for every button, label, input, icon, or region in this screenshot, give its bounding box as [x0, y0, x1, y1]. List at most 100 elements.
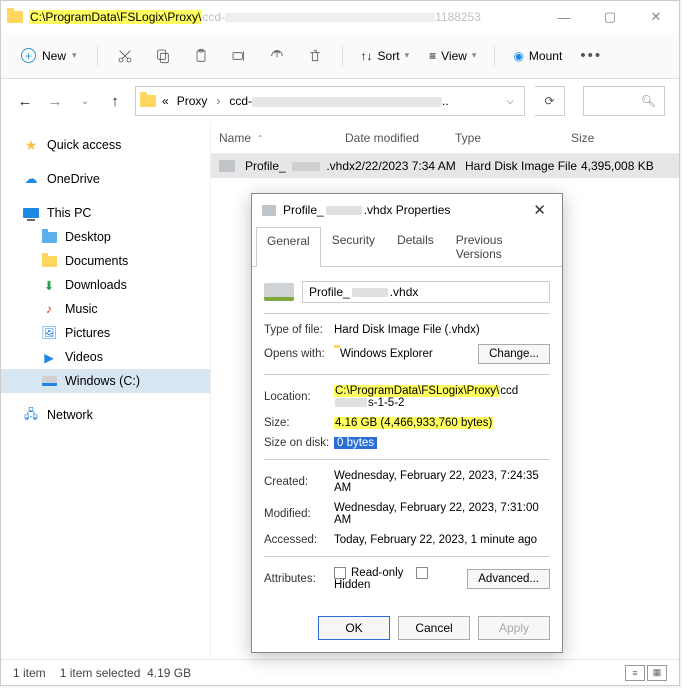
- recent-button[interactable]: ⌄: [75, 96, 95, 107]
- sidebar-videos[interactable]: ▶Videos: [1, 345, 210, 369]
- mount-button[interactable]: ◉ Mount: [505, 45, 570, 67]
- breadcrumb-overflow[interactable]: «: [160, 94, 171, 108]
- readonly-checkbox[interactable]: [334, 567, 346, 579]
- sidebar-onedrive[interactable]: ☁OneDrive: [1, 167, 210, 191]
- sidebar-music[interactable]: ♪Music: [1, 297, 210, 321]
- drive-icon: [264, 283, 294, 301]
- value-size-on-disk: 0 bytes: [334, 437, 550, 449]
- col-size[interactable]: Size: [571, 131, 651, 145]
- readonly-label: Read-only: [351, 567, 403, 579]
- sort-button[interactable]: ↑↓ Sort ▾: [353, 45, 418, 67]
- dialog-title: Profile_.vhdx Properties ✕: [252, 194, 562, 226]
- status-selected: 1 item selected 4.19 GB: [60, 666, 191, 680]
- hidden-label: Hidden: [334, 579, 370, 591]
- folder-icon: [140, 95, 156, 107]
- apply-button[interactable]: Apply: [478, 616, 550, 640]
- sidebar-downloads[interactable]: ⬇Downloads: [1, 273, 210, 297]
- label-created: Created:: [264, 476, 334, 488]
- paste-icon[interactable]: [184, 39, 218, 73]
- forward-button[interactable]: →: [45, 93, 65, 110]
- tab-previous-versions[interactable]: Previous Versions: [445, 226, 562, 266]
- sidebar: ★Quick access ☁OneDrive This PC Desktop …: [1, 123, 211, 663]
- folder-icon: [7, 11, 23, 23]
- view-button[interactable]: ≡ View ▾: [421, 45, 484, 67]
- col-date[interactable]: Date modified: [345, 131, 455, 145]
- up-button[interactable]: ↑: [105, 93, 125, 110]
- vhdx-icon: [219, 160, 235, 172]
- label-type: Type of file:: [264, 324, 334, 336]
- label-opens-with: Opens with:: [264, 348, 334, 360]
- cell-name: Profile_.vhdx: [241, 159, 355, 173]
- properties-dialog: Profile_.vhdx Properties ✕ General Secur…: [251, 193, 563, 653]
- more-button[interactable]: •••: [574, 39, 608, 73]
- label-attributes: Attributes:: [264, 573, 334, 585]
- dialog-close-button[interactable]: ✕: [527, 199, 552, 221]
- cut-icon[interactable]: [108, 39, 142, 73]
- view-icon: ≡: [429, 49, 436, 63]
- sidebar-cdrive[interactable]: Windows (C:): [1, 369, 210, 393]
- change-button[interactable]: Change...: [478, 344, 550, 364]
- documents-icon: [41, 254, 57, 268]
- share-icon[interactable]: [260, 39, 294, 73]
- col-name[interactable]: Name⌃: [215, 131, 345, 145]
- value-type: Hard Disk Image File (.vhdx): [334, 324, 550, 336]
- label-location: Location:: [264, 391, 334, 403]
- breadcrumb-ccd[interactable]: ccd-..: [227, 94, 450, 108]
- maximize-button[interactable]: ▢: [587, 1, 633, 33]
- tab-general[interactable]: General: [256, 227, 321, 267]
- value-location: C:\ProgramData\FSLogix\Proxy\ccds-1-5-2: [334, 385, 550, 409]
- pc-icon: [23, 206, 39, 220]
- view-grid-button[interactable]: ▦: [647, 665, 667, 681]
- status-item-count: 1 item: [13, 666, 46, 680]
- dialog-tabs: General Security Details Previous Versio…: [252, 226, 562, 267]
- refresh-button[interactable]: ⟳: [535, 86, 565, 116]
- vhdx-icon: [262, 205, 276, 216]
- address-bar[interactable]: « Proxy ccd-.. ⌵: [135, 86, 525, 116]
- view-list-button[interactable]: ≡: [625, 665, 645, 681]
- title-path: C:\ProgramData\FSLogix\Proxy\ ccd- 11882…: [29, 10, 481, 24]
- sidebar-this-pc[interactable]: This PC: [1, 201, 210, 225]
- advanced-button[interactable]: Advanced...: [467, 569, 550, 589]
- close-button[interactable]: ✕: [633, 1, 679, 33]
- chevron-down-icon[interactable]: ⌵: [500, 96, 520, 107]
- delete-icon[interactable]: [298, 39, 332, 73]
- rename-icon[interactable]: [222, 39, 256, 73]
- cancel-button[interactable]: Cancel: [398, 616, 470, 640]
- sidebar-pictures[interactable]: 🖼Pictures: [1, 321, 210, 345]
- sidebar-quick-access[interactable]: ★Quick access: [1, 133, 210, 157]
- filename-input[interactable]: Profile_.vhdx: [302, 281, 550, 303]
- sidebar-desktop[interactable]: Desktop: [1, 225, 210, 249]
- sort-icon: ↑↓: [361, 49, 373, 63]
- breadcrumb-proxy[interactable]: Proxy: [175, 94, 210, 108]
- drive-icon: [41, 374, 57, 388]
- tab-details[interactable]: Details: [386, 226, 445, 266]
- copy-icon[interactable]: [146, 39, 180, 73]
- videos-icon: ▶: [41, 350, 57, 364]
- value-accessed: Today, February 22, 2023, 1 minute ago: [334, 534, 550, 546]
- music-icon: ♪: [41, 302, 57, 316]
- network-icon: 🖧: [23, 408, 39, 422]
- hidden-checkbox[interactable]: [416, 567, 428, 579]
- col-type[interactable]: Type: [455, 131, 571, 145]
- table-row[interactable]: Profile_.vhdx 2/22/2023 7:34 AM Hard Dis…: [211, 154, 679, 178]
- new-label: New: [42, 49, 66, 63]
- label-accessed: Accessed:: [264, 534, 334, 546]
- toolbar: + New ▾ ↑↓ Sort ▾ ≡ View ▾ ◉ Mount •••: [1, 33, 679, 79]
- search-input[interactable]: 🔍︎: [583, 86, 665, 116]
- cloud-icon: ☁: [23, 172, 39, 186]
- pictures-icon: 🖼: [41, 326, 57, 340]
- sidebar-documents[interactable]: Documents: [1, 249, 210, 273]
- minimize-button[interactable]: —: [541, 1, 587, 33]
- label-size-on-disk: Size on disk:: [264, 437, 334, 449]
- sidebar-network[interactable]: 🖧Network: [1, 403, 210, 427]
- cell-date: 2/22/2023 7:34 AM: [355, 159, 465, 173]
- tab-security[interactable]: Security: [321, 226, 386, 266]
- value-modified: Wednesday, February 22, 2023, 7:31:00 AM: [334, 502, 550, 526]
- desktop-icon: [41, 230, 57, 244]
- ok-button[interactable]: OK: [318, 616, 390, 640]
- back-button[interactable]: ←: [15, 93, 35, 110]
- downloads-icon: ⬇: [41, 278, 57, 292]
- new-button[interactable]: + New ▾: [11, 44, 87, 67]
- nav-row: ← → ⌄ ↑ « Proxy ccd-.. ⌵ ⟳ 🔍︎: [1, 79, 679, 123]
- explorer-window: C:\ProgramData\FSLogix\Proxy\ ccd- 11882…: [0, 0, 680, 686]
